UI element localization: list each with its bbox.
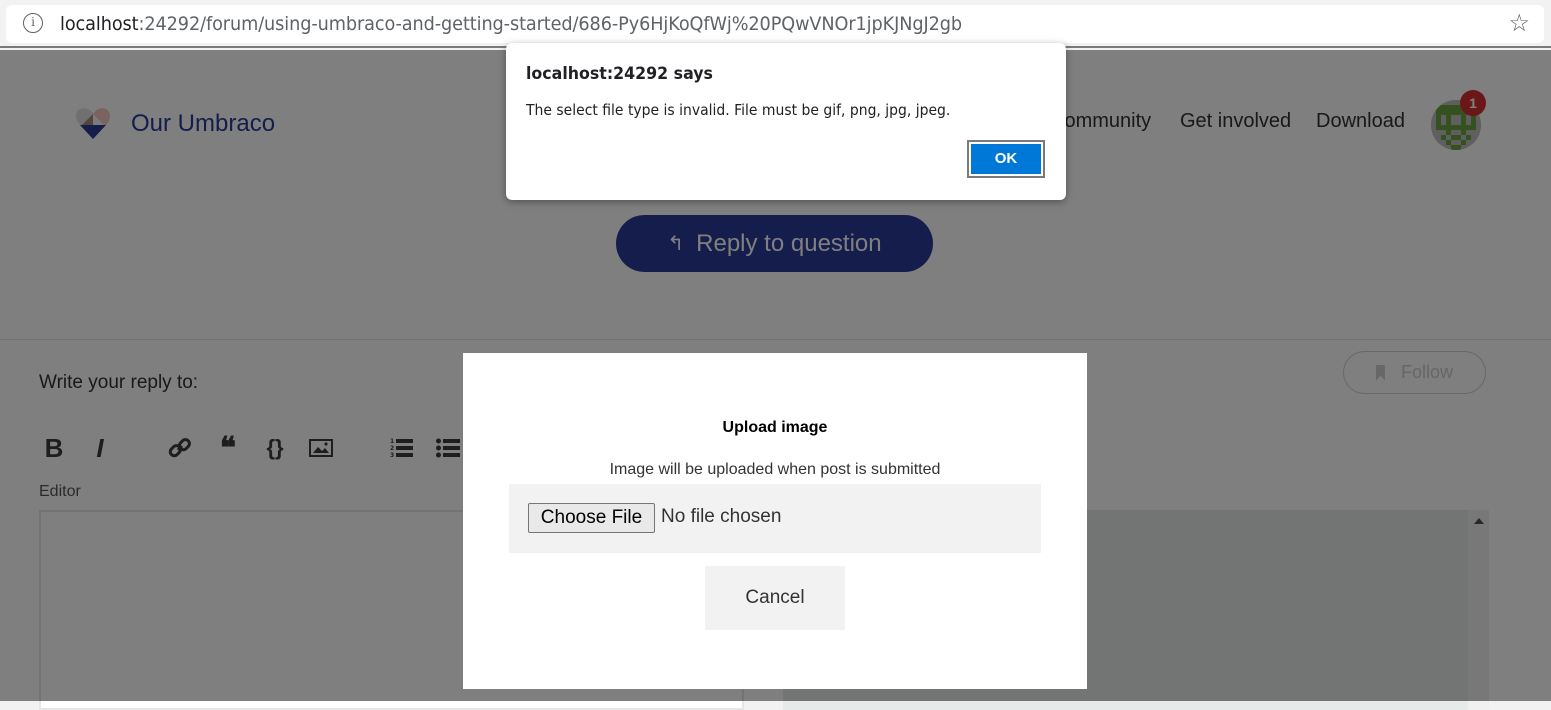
url-text[interactable]: localhost:24292/forum/using-umbraco-and-… [60, 13, 962, 35]
address-bar[interactable]: i localhost:24292/forum/using-umbraco-an… [6, 5, 1544, 43]
file-input-area: Choose File No file chosen [509, 484, 1041, 553]
url-host: localhost [60, 13, 139, 35]
bookmark-star-icon[interactable]: ☆ [1508, 9, 1530, 38]
browser-toolbar: i localhost:24292/forum/using-umbraco-an… [0, 0, 1551, 48]
cancel-button[interactable]: Cancel [705, 566, 845, 630]
url-path: :24292/forum/using-umbraco-and-getting-s… [138, 13, 962, 35]
upload-modal-subtitle: Image will be uploaded when post is subm… [609, 461, 941, 478]
alert-ok-label: OK [971, 144, 1041, 174]
browser-alert-dialog: localhost:24292 says The select file typ… [506, 43, 1066, 200]
upload-modal-title: Upload image [722, 419, 828, 436]
site-info-icon[interactable]: i [23, 13, 43, 33]
alert-title: localhost:24292 says [526, 64, 713, 84]
alert-ok-button[interactable]: OK [967, 140, 1045, 178]
upload-image-modal: Upload image Image will be uploaded when… [463, 353, 1087, 689]
alert-message: The select file type is invalid. File mu… [526, 101, 951, 119]
no-file-chosen-text: No file chosen [661, 506, 782, 527]
choose-file-button[interactable]: Choose File [528, 503, 655, 533]
